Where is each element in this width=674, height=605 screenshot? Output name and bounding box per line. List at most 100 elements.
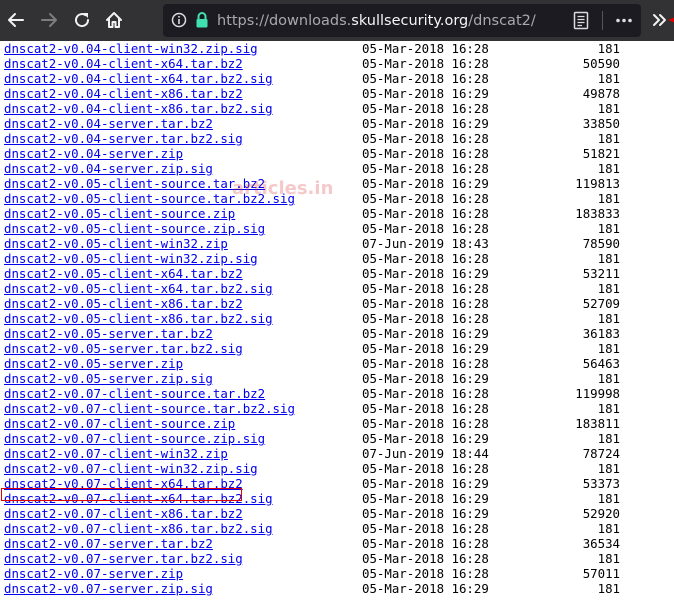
file-link[interactable]: dnscat2-v0.07-client-source.tar.bz2.sig bbox=[4, 401, 295, 416]
file-link[interactable]: dnscat2-v0.05-client-x64.tar.bz2.sig bbox=[4, 281, 273, 296]
file-date: 05-Mar-2018 16:29 bbox=[362, 341, 489, 356]
file-link[interactable]: dnscat2-v0.04-client-x64.tar.bz2.sig bbox=[4, 71, 273, 86]
file-size: 78590 bbox=[582, 236, 620, 251]
file-size: 181 bbox=[597, 551, 620, 566]
file-link[interactable]: dnscat2-v0.05-client-source.zip.sig bbox=[4, 221, 265, 236]
file-size: 181 bbox=[597, 581, 620, 596]
table-row: dnscat2-v0.05-client-source.tar.bz2.sig 0… bbox=[0, 191, 674, 206]
file-link[interactable]: dnscat2-v0.07-client-source.zip.sig bbox=[4, 431, 265, 446]
file-size: 52709 bbox=[582, 296, 620, 311]
reader-view-icon[interactable] bbox=[573, 11, 589, 30]
file-date: 05-Mar-2018 16:28 bbox=[362, 191, 489, 206]
file-link[interactable]: dnscat2-v0.05-client-x86.tar.bz2 bbox=[4, 296, 243, 311]
file-size: 36183 bbox=[582, 326, 620, 341]
overflow-menu-button[interactable] bbox=[647, 7, 673, 33]
file-date: 05-Mar-2018 16:28 bbox=[362, 386, 489, 401]
table-row: dnscat2-v0.04-client-win32.zip.sig 05-Mar… bbox=[0, 41, 674, 56]
home-button[interactable] bbox=[101, 7, 127, 33]
file-link[interactable]: dnscat2-v0.07-client-win32.zip bbox=[4, 446, 228, 461]
table-row: dnscat2-v0.07-client-source.zip.sig 05-Ma… bbox=[0, 431, 674, 446]
file-size: 181 bbox=[597, 131, 620, 146]
file-link[interactable]: dnscat2-v0.07-server.zip bbox=[4, 566, 183, 581]
file-size: 181 bbox=[597, 191, 620, 206]
file-date: 07-Jun-2019 18:44 bbox=[362, 446, 489, 461]
file-date: 05-Mar-2018 16:29 bbox=[362, 491, 489, 506]
file-link[interactable]: dnscat2-v0.04-client-win32.zip.sig bbox=[4, 41, 258, 56]
arrow-right-icon bbox=[41, 13, 57, 27]
file-link[interactable]: dnscat2-v0.05-client-source.zip bbox=[4, 206, 235, 221]
table-row: dnscat2-v0.04-server.tar.bz2 05-Mar-2018 … bbox=[0, 116, 674, 131]
arrow-left-icon bbox=[8, 13, 24, 27]
table-row: dnscat2-v0.07-client-source.zip 05-Mar-20… bbox=[0, 416, 674, 431]
file-link[interactable]: dnscat2-v0.05-server.zip.sig bbox=[4, 371, 213, 386]
table-row: dnscat2-v0.05-client-source.tar.bz2 05-Ma… bbox=[0, 176, 674, 191]
file-size: 78724 bbox=[582, 446, 620, 461]
table-row: dnscat2-v0.07-client-x64.tar.bz2 05-Mar-2… bbox=[0, 476, 674, 491]
file-link[interactable]: dnscat2-v0.07-client-x64.tar.bz2 bbox=[4, 476, 243, 491]
file-size: 183811 bbox=[575, 416, 620, 431]
file-link[interactable]: dnscat2-v0.05-client-source.tar.bz2 bbox=[4, 176, 265, 191]
file-link[interactable]: dnscat2-v0.07-client-x64.tar.bz2.sig bbox=[4, 491, 273, 506]
table-row: dnscat2-v0.04-client-x86.tar.bz2 05-Mar-2… bbox=[0, 86, 674, 101]
file-size: 181 bbox=[597, 401, 620, 416]
file-link[interactable]: dnscat2-v0.04-client-x64.tar.bz2 bbox=[4, 56, 243, 71]
table-row: dnscat2-v0.04-client-x64.tar.bz2.sig 05-M… bbox=[0, 71, 674, 86]
file-size: 52920 bbox=[582, 506, 620, 521]
file-link[interactable]: dnscat2-v0.04-server.tar.bz2 bbox=[4, 116, 213, 131]
table-row: dnscat2-v0.07-client-source.tar.bz2 05-Ma… bbox=[0, 386, 674, 401]
file-link[interactable]: dnscat2-v0.07-client-x86.tar.bz2.sig bbox=[4, 521, 273, 536]
file-date: 05-Mar-2018 16:28 bbox=[362, 401, 489, 416]
url-text[interactable]: https://downloads.skullsecurity.org/dnsc… bbox=[217, 12, 536, 30]
file-link[interactable]: dnscat2-v0.07-client-source.zip bbox=[4, 416, 235, 431]
file-link[interactable]: dnscat2-v0.07-client-win32.zip.sig bbox=[4, 461, 258, 476]
file-date: 05-Mar-2018 16:28 bbox=[362, 161, 489, 176]
url-domain: skullsecurity.org bbox=[351, 13, 469, 29]
file-size: 181 bbox=[597, 491, 620, 506]
file-link[interactable]: dnscat2-v0.04-client-x86.tar.bz2.sig bbox=[4, 101, 273, 116]
browser-toolbar: https://downloads.skullsecurity.org/dnsc… bbox=[0, 0, 674, 41]
table-row: dnscat2-v0.07-server.tar.bz2 05-Mar-2018 … bbox=[0, 536, 674, 551]
file-size: 181 bbox=[597, 161, 620, 176]
file-date: 05-Mar-2018 16:28 bbox=[362, 416, 489, 431]
table-row: dnscat2-v0.04-client-x64.tar.bz2 05-Mar-2… bbox=[0, 56, 674, 71]
file-link[interactable]: dnscat2-v0.05-client-x86.tar.bz2.sig bbox=[4, 311, 273, 326]
file-link[interactable]: dnscat2-v0.05-client-win32.zip bbox=[4, 236, 228, 251]
file-date: 05-Mar-2018 16:29 bbox=[362, 266, 489, 281]
file-link[interactable]: dnscat2-v0.05-server.tar.bz2 bbox=[4, 326, 213, 341]
more-actions-icon[interactable] bbox=[615, 11, 633, 30]
file-link[interactable]: dnscat2-v0.07-server.tar.bz2 bbox=[4, 536, 213, 551]
file-link[interactable]: dnscat2-v0.05-client-x64.tar.bz2 bbox=[4, 266, 243, 281]
file-link[interactable]: dnscat2-v0.07-server.tar.bz2.sig bbox=[4, 551, 243, 566]
file-size: 181 bbox=[597, 281, 620, 296]
file-link[interactable]: dnscat2-v0.04-server.zip.sig bbox=[4, 161, 213, 176]
url-path: /dnscat2/ bbox=[468, 13, 536, 29]
file-date: 05-Mar-2018 16:28 bbox=[362, 101, 489, 116]
file-link[interactable]: dnscat2-v0.05-server.zip bbox=[4, 356, 183, 371]
file-date: 05-Mar-2018 16:29 bbox=[362, 326, 489, 341]
info-icon[interactable] bbox=[171, 12, 187, 28]
file-date: 07-Jun-2019 18:43 bbox=[362, 236, 489, 251]
table-row: dnscat2-v0.07-server.zip.sig 05-Mar-2018 … bbox=[0, 581, 674, 596]
file-size: 183833 bbox=[575, 206, 620, 221]
file-link[interactable]: dnscat2-v0.04-client-x86.tar.bz2 bbox=[4, 86, 243, 101]
url-bar[interactable]: https://downloads.skullsecurity.org/dnsc… bbox=[163, 4, 674, 37]
file-link[interactable]: dnscat2-v0.05-client-win32.zip.sig bbox=[4, 251, 258, 266]
file-date: 05-Mar-2018 16:28 bbox=[362, 56, 489, 71]
reload-button[interactable] bbox=[69, 7, 95, 33]
file-date: 05-Mar-2018 16:28 bbox=[362, 521, 489, 536]
file-link[interactable]: dnscat2-v0.05-client-source.tar.bz2.sig bbox=[4, 191, 295, 206]
file-link[interactable]: dnscat2-v0.07-server.zip.sig bbox=[4, 581, 213, 596]
file-size: 49878 bbox=[582, 86, 620, 101]
table-row: dnscat2-v0.07-client-source.tar.bz2.sig 0… bbox=[0, 401, 674, 416]
file-date: 05-Mar-2018 16:29 bbox=[362, 371, 489, 386]
lock-icon[interactable] bbox=[194, 11, 210, 29]
file-link[interactable]: dnscat2-v0.07-client-source.tar.bz2 bbox=[4, 386, 265, 401]
file-link[interactable]: dnscat2-v0.07-client-x86.tar.bz2 bbox=[4, 506, 243, 521]
back-button[interactable] bbox=[3, 7, 29, 33]
file-size: 56463 bbox=[582, 356, 620, 371]
forward-button[interactable] bbox=[36, 7, 62, 33]
file-size: 53211 bbox=[582, 266, 620, 281]
file-link[interactable]: dnscat2-v0.04-server.tar.bz2.sig bbox=[4, 131, 243, 146]
file-link[interactable]: dnscat2-v0.04-server.zip bbox=[4, 146, 183, 161]
file-link[interactable]: dnscat2-v0.05-server.tar.bz2.sig bbox=[4, 341, 243, 356]
